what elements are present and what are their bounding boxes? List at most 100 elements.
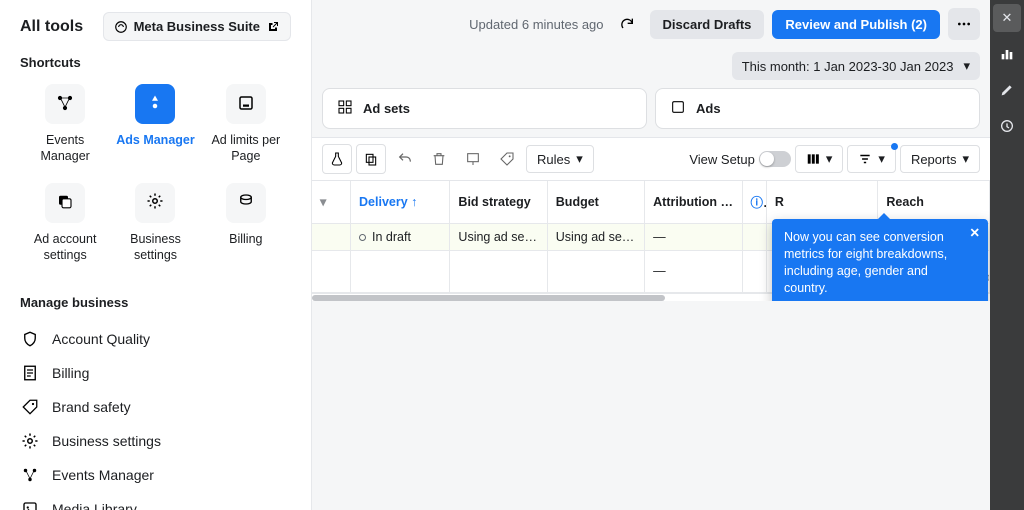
review-publish-button[interactable]: Review and Publish (2) <box>772 10 940 39</box>
col-info[interactable]: ⓘ <box>742 181 766 223</box>
rail-history-button[interactable] <box>993 112 1021 140</box>
more-menu-button[interactable] <box>948 8 980 40</box>
rail-charts-button[interactable] <box>993 40 1021 68</box>
breakdown-tooltip: Now you can see conversion metrics for e… <box>772 219 988 301</box>
chevron-down-icon: ▾ <box>962 151 969 167</box>
manage-events-manager[interactable]: Events Manager <box>20 458 291 492</box>
undo-icon <box>397 151 413 167</box>
clock-icon <box>999 118 1015 134</box>
ad-sets-icon <box>337 99 353 118</box>
shield-icon <box>20 329 40 349</box>
manage-item-label: Billing <box>52 365 89 381</box>
shortcut-label: Ad limits per Page <box>201 132 291 165</box>
col-sort[interactable]: ▾ <box>312 181 351 223</box>
ad-limits-icon <box>237 94 255 115</box>
share-nodes-icon <box>20 465 40 485</box>
rail-edit-button[interactable] <box>993 76 1021 104</box>
view-setup-toggle[interactable] <box>759 151 791 167</box>
manage-item-label: Media Library <box>52 501 137 510</box>
top-bar: Updated 6 minutes ago Discard Drafts Rev… <box>312 0 990 48</box>
export-icon <box>465 151 481 167</box>
manage-brand-safety[interactable]: Brand safety <box>20 390 291 424</box>
chevron-down-icon: ▾ <box>878 151 885 167</box>
tag-icon <box>499 151 515 167</box>
trash-icon <box>431 151 447 167</box>
tag-button[interactable] <box>492 144 522 174</box>
cell-delivery: In draft <box>351 223 450 250</box>
ads-manager-icon <box>146 94 164 115</box>
shortcut-business-settings[interactable]: Business settings <box>110 181 200 278</box>
draft-status-icon <box>359 234 366 241</box>
tooltip-close-button[interactable]: ✕ <box>970 225 980 242</box>
shortcut-ad-limits[interactable]: Ad limits per Page <box>201 82 291 179</box>
col-delivery[interactable]: Delivery ↑ <box>351 181 450 223</box>
col-results[interactable]: R <box>766 181 878 223</box>
shortcut-label: Events Manager <box>20 132 110 165</box>
tag-ban-icon <box>20 397 40 417</box>
col-bid-strategy[interactable]: Bid strategy <box>450 181 547 223</box>
manage-item-label: Account Quality <box>52 331 150 347</box>
shortcut-events-manager[interactable]: Events Manager <box>20 82 110 179</box>
shortcuts-heading: Shortcuts <box>20 55 291 70</box>
columns-icon <box>806 152 820 166</box>
breakdown-dropdown[interactable]: ▾ <box>847 145 896 173</box>
discard-drafts-button[interactable]: Discard Drafts <box>650 10 765 39</box>
tab-ad-sets[interactable]: Ad sets <box>322 88 647 129</box>
info-icon: ⓘ <box>751 196 767 210</box>
pencil-icon <box>999 82 1015 98</box>
refresh-button[interactable] <box>612 9 642 39</box>
delete-button[interactable] <box>424 144 454 174</box>
rules-dropdown[interactable]: Rules ▾ <box>526 145 594 173</box>
flask-icon <box>329 151 345 167</box>
columns-layout-dropdown[interactable]: ▾ <box>795 145 844 173</box>
manage-billing[interactable]: Billing <box>20 356 291 390</box>
reports-dropdown[interactable]: Reports ▾ <box>900 145 980 173</box>
chevron-down-icon: ▾ <box>320 195 326 209</box>
events-manager-icon <box>55 93 75 116</box>
view-setup-label: View Setup <box>689 152 755 167</box>
shortcut-label: Business settings <box>110 231 200 264</box>
manage-item-label: Business settings <box>52 433 161 449</box>
manage-business-heading: Manage business <box>20 295 291 310</box>
shortcut-ad-account-settings[interactable]: Ad account settings <box>20 181 110 278</box>
ab-test-button[interactable] <box>322 144 352 174</box>
manage-media-library[interactable]: Media Library <box>20 492 291 510</box>
toolbar: Rules ▾ View Setup ▾ ▾ Reports ▾ <box>312 137 990 181</box>
rules-label: Rules <box>537 152 570 167</box>
shortcut-label: Ad account settings <box>20 231 110 264</box>
shortcut-billing[interactable]: Billing <box>201 181 291 278</box>
right-rail: ✕ <box>990 0 1024 510</box>
shortcut-label: Ads Manager <box>116 132 195 148</box>
shortcut-ads-manager[interactable]: Ads Manager <box>110 82 200 179</box>
main-content: Updated 6 minutes ago Discard Drafts Rev… <box>312 0 990 510</box>
cell-attribution: — <box>645 223 742 250</box>
col-reach[interactable]: Reach <box>878 181 990 223</box>
tab-label: Ads <box>696 101 721 116</box>
external-link-icon <box>266 20 280 34</box>
manage-account-quality[interactable]: Account Quality <box>20 322 291 356</box>
gear-icon <box>146 192 164 213</box>
reports-label: Reports <box>911 152 957 167</box>
manage-business-settings[interactable]: Business settings <box>20 424 291 458</box>
tab-label: Ad sets <box>363 101 410 116</box>
all-tools-sidebar: All tools Meta Business Suite Shortcuts … <box>0 0 312 510</box>
cell-bid-strategy: Using ad set bid… <box>450 223 547 250</box>
undo-button[interactable] <box>390 144 420 174</box>
chevron-down-icon: ▾ <box>963 58 970 74</box>
rail-close-button[interactable]: ✕ <box>993 4 1021 32</box>
meta-business-suite-label: Meta Business Suite <box>134 19 260 34</box>
meta-business-suite-button[interactable]: Meta Business Suite <box>103 12 291 41</box>
gear-icon <box>20 431 40 451</box>
col-budget[interactable]: Budget <box>547 181 644 223</box>
date-range-selector[interactable]: This month: 1 Jan 2023-30 Jan 2023 ▾ <box>732 52 980 80</box>
export-button[interactable] <box>458 144 488 174</box>
duplicate-button[interactable] <box>356 144 386 174</box>
col-attribution[interactable]: Attribution setting <box>645 181 742 223</box>
tab-ads[interactable]: Ads <box>655 88 980 129</box>
total-attribution: — <box>645 250 742 292</box>
shortcut-label: Billing <box>229 231 262 247</box>
date-range-label: This month: 1 Jan 2023-30 Jan 2023 <box>742 59 954 74</box>
manage-item-label: Brand safety <box>52 399 131 415</box>
receipt-icon <box>20 363 40 383</box>
cell-budget: Using ad set bu… <box>547 223 644 250</box>
